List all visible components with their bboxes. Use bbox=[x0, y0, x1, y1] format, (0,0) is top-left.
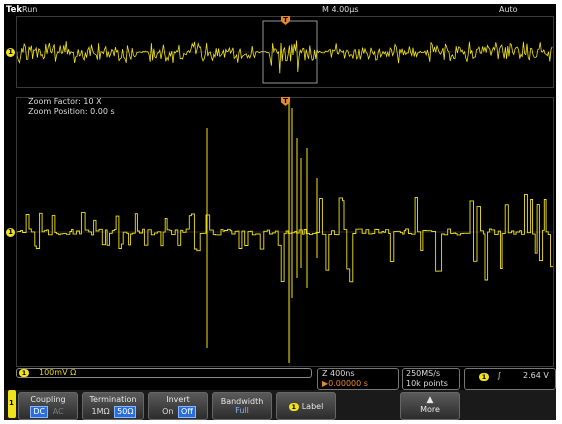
trigger-slope-icon: ∫ bbox=[497, 371, 502, 380]
coupling-ac-option[interactable]: AC bbox=[51, 407, 66, 417]
oscilloscope-display: Tek Run M 4.00µs Auto 1 T Zoom Factor: 1… bbox=[4, 4, 556, 420]
zoom-panel bbox=[16, 97, 554, 367]
bandwidth-button[interactable]: Bandwidth Full bbox=[212, 392, 272, 420]
termination-1mohm-option[interactable]: 1MΩ bbox=[90, 407, 112, 417]
status-bar: Tek Run M 4.00µs Auto bbox=[4, 4, 556, 16]
termination-label: Termination bbox=[89, 395, 137, 404]
sample-rate: 250MS/s bbox=[406, 369, 441, 378]
channel-menu-tab[interactable]: 1 bbox=[8, 390, 16, 418]
termination-button[interactable]: Termination 1MΩ 50Ω bbox=[82, 392, 144, 420]
label-button-text: Label bbox=[301, 402, 324, 411]
termination-50ohm-option[interactable]: 50Ω bbox=[114, 406, 137, 418]
label-channel-badge: 1 bbox=[288, 402, 299, 411]
zoom-waveform bbox=[17, 98, 553, 366]
invert-off-option[interactable]: Off bbox=[178, 406, 196, 418]
trigger-readout[interactable]: 1 ∫ 2.64 V bbox=[464, 368, 556, 390]
coupling-dc-option[interactable]: DC bbox=[30, 406, 49, 418]
invert-label: Invert bbox=[166, 395, 190, 404]
label-button[interactable]: 1 Label bbox=[276, 392, 336, 420]
more-button-text: More bbox=[420, 405, 440, 414]
horizontal-readout[interactable]: Z 400ns ▶0.00000 s bbox=[317, 368, 399, 390]
overview-waveform bbox=[17, 20, 553, 84]
more-button[interactable]: ▲ More bbox=[400, 392, 460, 420]
overview-channel-marker[interactable]: 1 bbox=[6, 48, 15, 57]
overview-trace bbox=[17, 40, 553, 74]
coupling-label: Coupling bbox=[30, 395, 66, 404]
zoom-trace bbox=[17, 193, 553, 283]
horizontal-scale: Z 400ns bbox=[322, 369, 355, 378]
channel-1-badge: 1 bbox=[19, 369, 29, 377]
channel-menu-tab-label: 1 bbox=[9, 399, 14, 407]
overview-panel bbox=[16, 16, 554, 88]
run-state: Run bbox=[22, 5, 38, 14]
trigger-source-badge: 1 bbox=[479, 373, 489, 381]
channel-1-readout[interactable]: 1 100mV Ω bbox=[16, 368, 312, 378]
timebase-readout: M 4.00µs bbox=[322, 5, 359, 14]
coupling-button[interactable]: Coupling DC AC bbox=[18, 392, 78, 420]
horizontal-position: ▶0.00000 s bbox=[322, 379, 368, 388]
record-length: 10k points bbox=[406, 379, 448, 388]
invert-on-option[interactable]: On bbox=[160, 407, 175, 417]
brand-logo: Tek bbox=[6, 5, 23, 15]
channel-1-marker[interactable]: 1 bbox=[6, 228, 15, 237]
trigger-level: 2.64 V bbox=[523, 371, 549, 380]
up-arrow-icon: ▲ bbox=[426, 395, 434, 405]
channel-1-scale: 100mV Ω bbox=[39, 368, 77, 377]
bandwidth-label: Bandwidth bbox=[220, 397, 264, 406]
trigger-mode: Auto bbox=[499, 5, 518, 14]
bandwidth-value: Full bbox=[235, 406, 249, 415]
invert-button[interactable]: Invert On Off bbox=[148, 392, 208, 420]
acquisition-readout[interactable]: 250MS/s 10k points bbox=[402, 368, 460, 390]
